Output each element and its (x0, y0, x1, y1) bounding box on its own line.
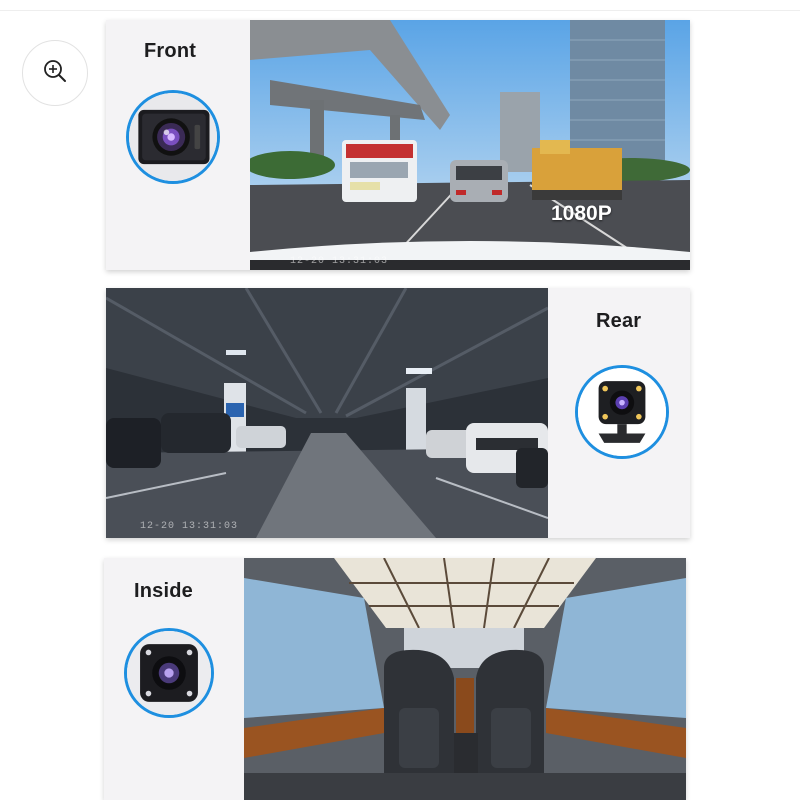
inside-camera-view-image (244, 558, 686, 800)
rear-timestamp: 12-20 13:31:03 (140, 521, 239, 532)
rear-camera-icon (575, 365, 669, 459)
resolution-badge: 1080P (551, 202, 612, 225)
front-timestamp: 12-20 13:31:03 (290, 256, 389, 267)
front-camera-view-image: 1080P 12-20 13:31:03 (250, 20, 690, 270)
front-label: Front (144, 40, 197, 62)
zoom-in-icon (42, 58, 68, 89)
rear-camera-view-image: 12-20 13:31:03 (106, 288, 548, 538)
inside-label: Inside (134, 580, 193, 602)
zoom-in-button[interactable] (22, 40, 88, 106)
inside-camera-card: Inside (104, 558, 686, 800)
rear-label: Rear (596, 310, 642, 332)
rear-camera-card: 12-20 13:31:03 Rear (106, 288, 690, 538)
inside-camera-icon (124, 628, 214, 718)
front-camera-icon (126, 90, 220, 184)
product-image-page: Front 1080P 12-20 13:31:03 12-20 13:31:0… (0, 0, 800, 800)
top-divider (0, 10, 800, 11)
front-camera-card: Front 1080P 12-20 13:31:03 (106, 20, 690, 270)
